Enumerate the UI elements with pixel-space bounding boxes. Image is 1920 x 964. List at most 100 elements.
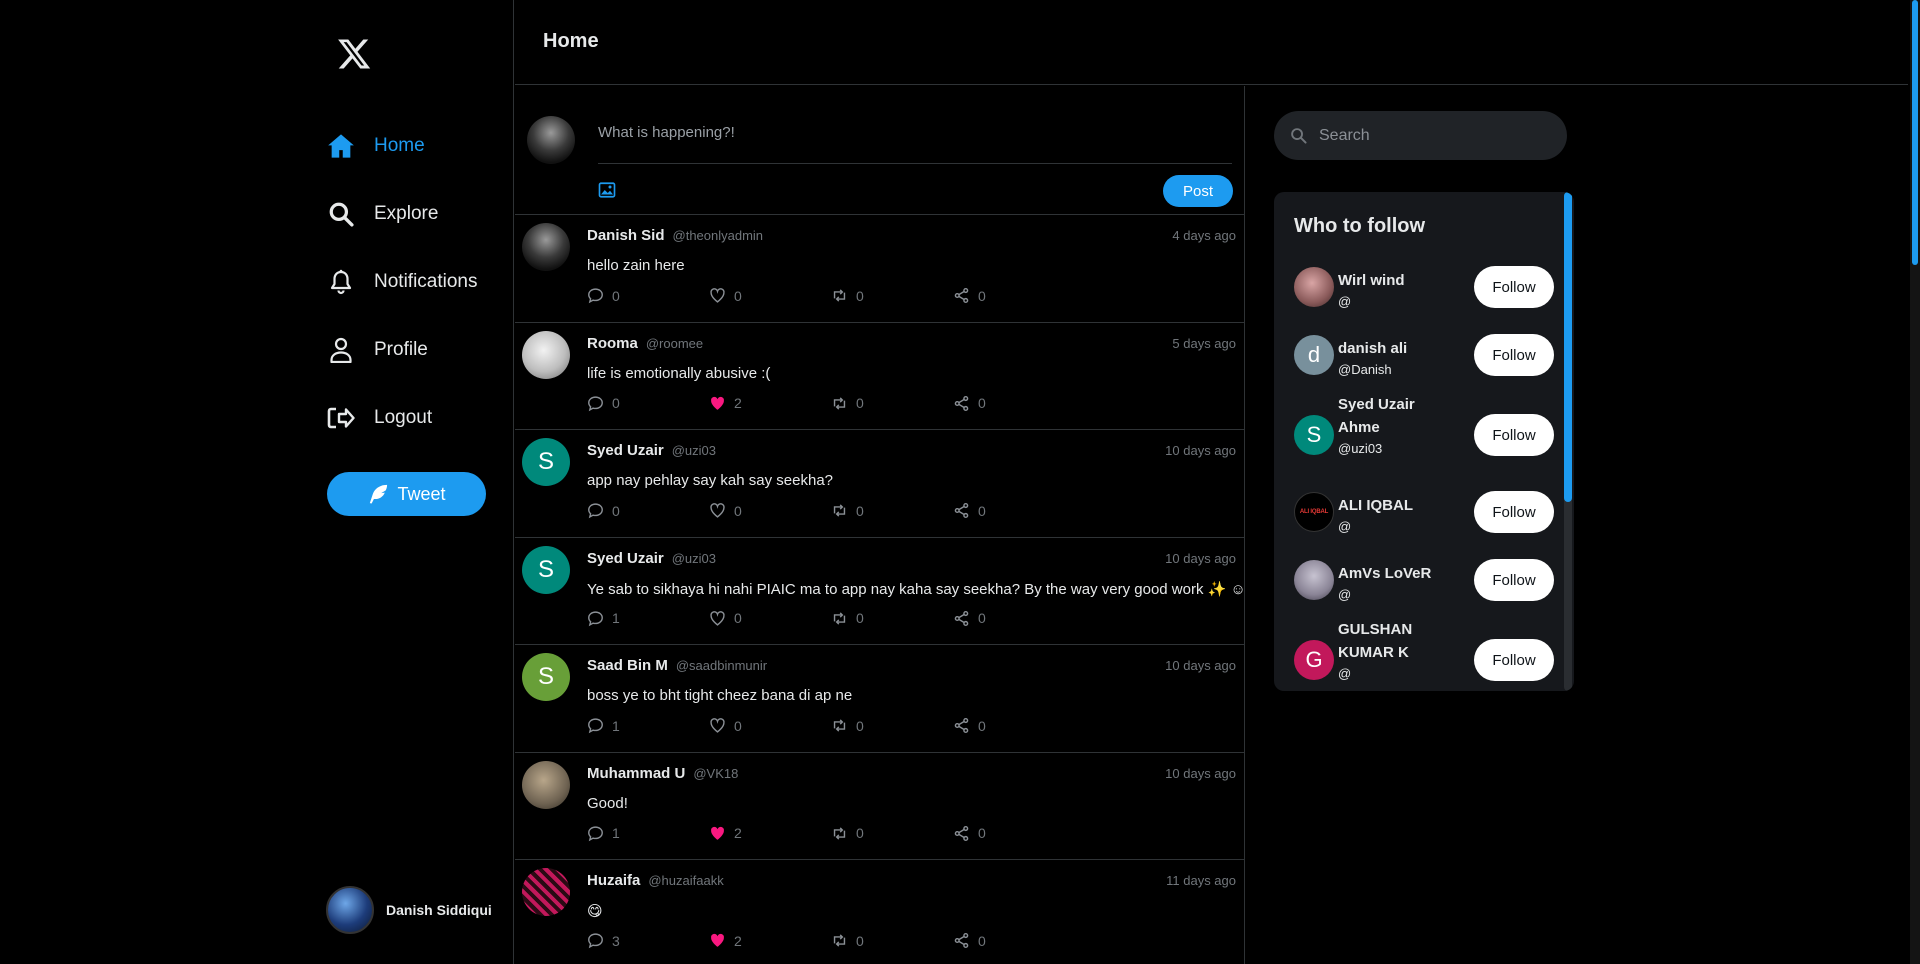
tweet-actions: 3 2 0 0 (587, 932, 1075, 949)
like-button[interactable]: 0 (709, 717, 831, 734)
account-switcher[interactable]: Danish Siddiqui (326, 886, 492, 934)
retweet-icon (831, 287, 848, 304)
suggestion-name[interactable]: Syed Uzair Ahme (1338, 393, 1453, 439)
author-name[interactable]: Huzaifa (587, 872, 640, 889)
tweet-card[interactable]: Danish Sid @theonlyadmin 4 days ago hell… (515, 215, 1244, 323)
nav-item-label: Explore (374, 203, 439, 224)
avatar[interactable] (522, 868, 570, 916)
account-name: Danish Siddiqui (386, 902, 492, 918)
like-button[interactable]: 2 (709, 932, 831, 949)
follow-button[interactable]: Follow (1474, 491, 1554, 533)
avatar[interactable]: S (522, 545, 570, 594)
avatar[interactable] (522, 223, 570, 271)
suggestion-name[interactable]: Wirl wind (1338, 269, 1453, 292)
nav-item-home[interactable]: Home (326, 126, 425, 166)
retweet-button[interactable]: 0 (831, 502, 953, 519)
page-scrollbar-thumb[interactable] (1912, 0, 1918, 265)
avatar-initial: S (1306, 422, 1322, 447)
tweet-card[interactable]: S Saad Bin M @saadbinmunir 10 days ago b… (515, 645, 1244, 753)
post-button[interactable]: Post (1163, 175, 1233, 207)
avatar[interactable]: S (1294, 415, 1334, 455)
like-button[interactable]: 0 (709, 287, 831, 304)
like-button[interactable]: 0 (709, 610, 831, 627)
avatar[interactable] (1294, 267, 1334, 307)
follow-button[interactable]: Follow (1474, 414, 1554, 456)
nav-item-notifications[interactable]: Notifications (326, 262, 478, 302)
share-button[interactable]: 0 (953, 932, 1075, 949)
avatar (527, 116, 575, 164)
reply-button[interactable]: 3 (587, 932, 709, 949)
reply-button[interactable]: 1 (587, 717, 709, 734)
nav-item-profile[interactable]: Profile (326, 330, 428, 370)
like-button[interactable]: 0 (709, 502, 831, 519)
share-button[interactable]: 0 (953, 717, 1075, 734)
tweet-card[interactable]: S Syed Uzair @uzi03 10 days ago app nay … (515, 430, 1244, 538)
like-count: 0 (734, 502, 742, 519)
author-name[interactable]: Syed Uzair (587, 550, 664, 567)
author-name[interactable]: Syed Uzair (587, 442, 664, 459)
share-button[interactable]: 0 (953, 610, 1075, 627)
follow-button[interactable]: Follow (1474, 334, 1554, 376)
avatar[interactable] (522, 330, 570, 379)
retweet-button[interactable]: 0 (831, 825, 953, 842)
reply-button[interactable]: 1 (587, 825, 709, 842)
reply-button[interactable]: 1 (587, 610, 709, 627)
retweet-button[interactable]: 0 (831, 717, 953, 734)
retweet-button[interactable]: 0 (831, 932, 953, 949)
home-icon (326, 131, 356, 161)
follow-suggestion: G GULSHAN KUMAR K @ Follow (1294, 618, 1559, 691)
tweet-actions: 1 2 0 0 (587, 825, 1075, 842)
image-upload-icon[interactable] (598, 181, 616, 199)
follow-button[interactable]: Follow (1474, 266, 1554, 308)
author-name[interactable]: Saad Bin M (587, 657, 668, 674)
avatar[interactable] (522, 760, 570, 809)
suggestion-name[interactable]: danish ali (1338, 337, 1453, 360)
search-input[interactable] (1319, 126, 1549, 145)
reply-button[interactable]: 0 (587, 502, 709, 519)
tweet-card[interactable]: Muhammad U @VK18 10 days ago Good! 1 2 0… (515, 753, 1244, 860)
tweet-button[interactable]: Tweet (327, 472, 486, 516)
share-button[interactable]: 0 (953, 287, 1075, 304)
author-handle: @uzi03 (671, 443, 716, 458)
author-name[interactable]: Danish Sid (587, 227, 665, 244)
retweet-count: 0 (856, 502, 864, 519)
retweet-button[interactable]: 0 (831, 287, 953, 304)
page-scrollbar[interactable] (1910, 0, 1920, 964)
compose-input[interactable] (598, 116, 1232, 164)
avatar[interactable]: S (522, 438, 570, 486)
suggestion-info: Syed Uzair Ahme @uzi03 (1338, 393, 1453, 459)
retweet-button[interactable]: 0 (831, 395, 953, 412)
reply-button[interactable]: 0 (587, 287, 709, 304)
author-name[interactable]: Muhammad U (587, 765, 685, 782)
share-count: 0 (978, 502, 986, 519)
suggestion-name[interactable]: AmVs LoVeR (1338, 562, 1453, 585)
avatar[interactable]: d (1294, 335, 1334, 375)
panel-scrollbar-thumb[interactable] (1564, 192, 1572, 502)
like-count: 2 (734, 932, 742, 949)
like-button[interactable]: 2 (709, 825, 831, 842)
avatar[interactable]: G (1294, 640, 1334, 680)
tweet-card[interactable]: Huzaifa @huzaifaakk 11 days ago 😋 3 2 0 … (515, 860, 1244, 964)
follow-button[interactable]: Follow (1474, 559, 1554, 601)
follow-suggestion: S Syed Uzair Ahme @uzi03 Follow (1294, 393, 1559, 477)
tweet-card[interactable]: S Syed Uzair @uzi03 10 days ago Ye sab t… (515, 538, 1244, 645)
avatar[interactable]: ALI IQBAL (1294, 492, 1334, 532)
nav-item-logout[interactable]: Logout (326, 398, 432, 438)
x-logo-icon[interactable] (336, 36, 372, 72)
avatar[interactable] (1294, 560, 1334, 600)
share-button[interactable]: 0 (953, 502, 1075, 519)
like-button[interactable]: 2 (709, 395, 831, 412)
share-button[interactable]: 0 (953, 825, 1075, 842)
retweet-button[interactable]: 0 (831, 610, 953, 627)
tweet-card[interactable]: Rooma @roomee 5 days ago life is emotion… (515, 323, 1244, 430)
search-box[interactable] (1274, 111, 1567, 160)
nav-item-explore[interactable]: Explore (326, 194, 438, 234)
retweet-icon (831, 502, 848, 519)
suggestion-name[interactable]: ALI IQBAL (1338, 494, 1453, 517)
share-button[interactable]: 0 (953, 395, 1075, 412)
avatar[interactable]: S (522, 653, 570, 701)
follow-button[interactable]: Follow (1474, 639, 1554, 681)
reply-button[interactable]: 0 (587, 395, 709, 412)
author-name[interactable]: Rooma (587, 335, 638, 352)
suggestion-name[interactable]: GULSHAN KUMAR K (1338, 618, 1453, 664)
